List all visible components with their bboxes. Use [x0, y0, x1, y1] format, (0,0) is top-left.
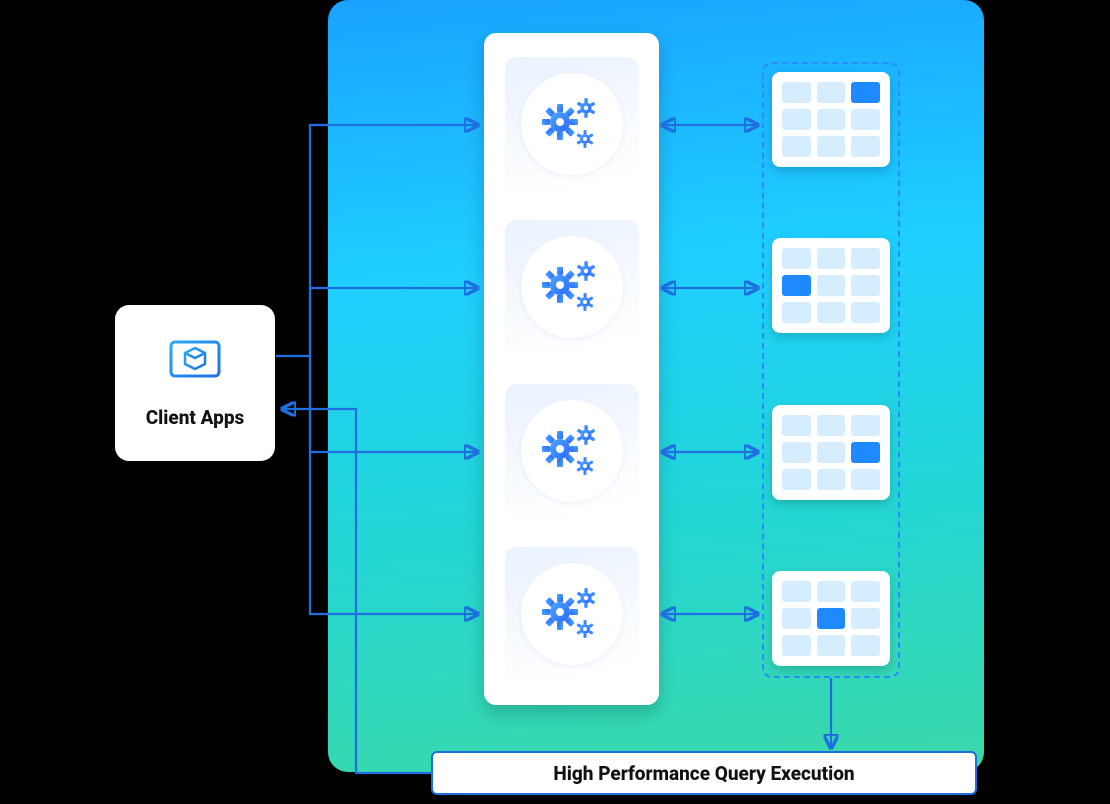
- gear-tile: [505, 547, 639, 681]
- gear-tile: [505, 384, 639, 518]
- gear-circle: [521, 400, 623, 502]
- table-icon: [772, 238, 890, 333]
- diagram-canvas: Client Apps: [0, 0, 1110, 804]
- table-icon: [772, 405, 890, 500]
- box-monitor-icon: [167, 338, 223, 388]
- gears-icon: [536, 415, 608, 487]
- client-apps-card: Client Apps: [115, 305, 275, 461]
- gear-tile: [505, 57, 639, 191]
- gears-icon: [536, 251, 608, 323]
- client-apps-label: Client Apps: [146, 406, 245, 429]
- table-icon: [772, 571, 890, 666]
- tables-column: [762, 62, 900, 678]
- gear-circle: [521, 563, 623, 665]
- query-execution-label: High Performance Query Execution: [431, 751, 977, 795]
- gear-circle: [521, 73, 623, 175]
- gear-column: [484, 33, 659, 705]
- gear-circle: [521, 236, 623, 338]
- gear-tile: [505, 220, 639, 354]
- table-icon: [772, 72, 890, 167]
- gears-icon: [536, 578, 608, 650]
- gears-icon: [536, 88, 608, 160]
